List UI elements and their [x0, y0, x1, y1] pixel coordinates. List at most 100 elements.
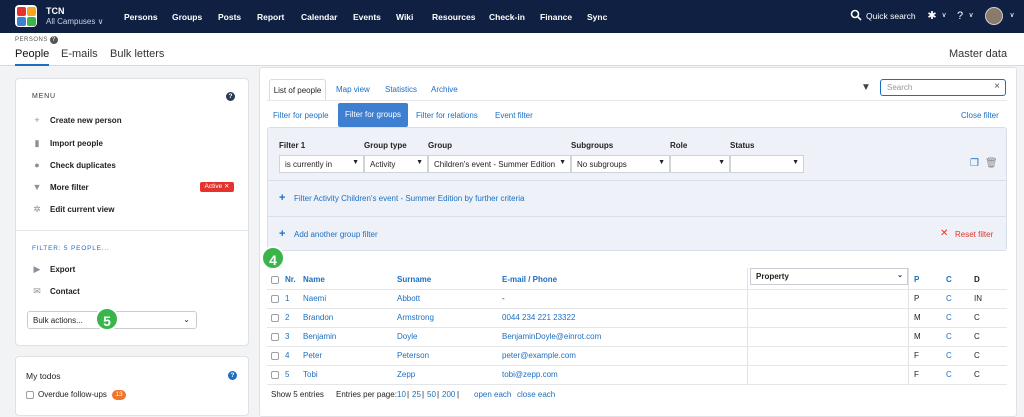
check-duplicates-link[interactable]: Check duplicates	[50, 161, 116, 170]
search-input[interactable]: Search ×	[880, 79, 1006, 96]
nav-posts[interactable]: Posts	[218, 12, 241, 22]
chevron-down-icon[interactable]: ∨	[964, 9, 978, 23]
tab-statistics[interactable]: Statistics	[385, 85, 417, 94]
row-name-link[interactable]: Benjamin	[303, 332, 336, 341]
per-page-25[interactable]: 25	[412, 390, 421, 399]
search-icon[interactable]	[849, 9, 863, 23]
org-name[interactable]: TCN	[46, 6, 65, 16]
row-contact[interactable]: peter@example.com	[502, 351, 576, 360]
tab-filter-people[interactable]: Filter for people	[273, 111, 329, 120]
col-header-name[interactable]: Name	[303, 275, 325, 284]
row-checkbox[interactable]	[271, 333, 279, 341]
row-nr[interactable]: 3	[285, 332, 289, 341]
quick-search-label[interactable]: Quick search	[866, 11, 916, 21]
nav-sync[interactable]: Sync	[587, 12, 607, 22]
property-column-select[interactable]: Property ⌄	[750, 268, 908, 285]
table-row[interactable]	[267, 289, 1007, 308]
col-header-p[interactable]: P	[914, 275, 919, 284]
more-filter-link[interactable]: More filter	[50, 183, 89, 192]
row-name-link[interactable]: Brandon	[303, 313, 333, 322]
select-all-checkbox[interactable]	[271, 276, 279, 284]
row-checkbox[interactable]	[271, 352, 279, 360]
filter-icon[interactable]: ▼	[861, 82, 871, 93]
edit-view-link[interactable]: Edit current view	[50, 205, 114, 214]
create-person-link[interactable]: Create new person	[50, 116, 122, 125]
row-contact[interactable]: -	[502, 294, 505, 303]
further-criteria-link[interactable]: Filter Activity Children's event - Summe…	[294, 194, 525, 203]
row-checkbox[interactable]	[271, 314, 279, 322]
tab-archive[interactable]: Archive	[431, 85, 458, 94]
row-contact[interactable]: BenjaminDoyle@einrot.com	[502, 332, 601, 341]
tab-bulk-letters[interactable]: Bulk letters	[110, 48, 164, 60]
row-name-link[interactable]: Naemi	[303, 294, 326, 303]
close-icon[interactable]: ✕	[940, 228, 948, 239]
app-logo[interactable]	[15, 5, 37, 27]
tab-map-view[interactable]: Map view	[336, 85, 370, 94]
col-header-nr[interactable]: Nr.	[285, 275, 296, 284]
row-contact[interactable]: tobi@zepp.com	[502, 370, 558, 379]
chevron-down-icon[interactable]: ∨	[937, 9, 951, 23]
copy-icon[interactable]: ❐	[970, 158, 979, 169]
tab-people[interactable]: People	[15, 48, 49, 60]
row-surname-link[interactable]: Doyle	[397, 332, 417, 341]
info-icon[interactable]: ?	[49, 36, 58, 44]
chevron-down-icon[interactable]: ∨	[1005, 9, 1019, 23]
nav-wiki[interactable]: Wiki	[396, 12, 413, 22]
user-avatar[interactable]	[985, 7, 1003, 25]
row-surname-link[interactable]: Peterson	[397, 351, 429, 360]
active-filter-badge[interactable]: Active ✕	[200, 182, 234, 192]
table-row[interactable]	[267, 346, 1007, 365]
nav-check-in[interactable]: Check-in	[489, 12, 525, 22]
help-icon[interactable]: ?	[228, 371, 237, 380]
row-name-link[interactable]: Tobi	[303, 370, 318, 379]
todo-checkbox[interactable]	[26, 391, 34, 399]
col-header-contact[interactable]: E-mail / Phone	[502, 275, 557, 284]
subgroups-select[interactable]: No subgroups ▼	[571, 155, 670, 173]
todo-item-label[interactable]: Overdue follow-ups	[38, 390, 107, 399]
contact-link[interactable]: Contact	[50, 287, 80, 296]
status-select[interactable]: ▼	[730, 155, 804, 173]
table-row[interactable]	[267, 365, 1007, 384]
filter-condition-select[interactable]: is currently in ▼	[279, 155, 364, 173]
open-each-link[interactable]: open each	[474, 390, 511, 399]
help-icon[interactable]: ?	[226, 92, 235, 101]
col-header-surname[interactable]: Surname	[397, 275, 431, 284]
add-group-filter-link[interactable]: Add another group filter	[294, 230, 378, 239]
nav-events[interactable]: Events	[353, 12, 381, 22]
close-filter-link[interactable]: Close filter	[961, 111, 999, 120]
tab-event-filter[interactable]: Event filter	[495, 111, 533, 120]
trash-icon[interactable]: 🗑	[985, 158, 998, 169]
clear-icon[interactable]: ×	[994, 81, 1000, 92]
col-header-d[interactable]: D	[974, 275, 980, 284]
nav-calendar[interactable]: Calendar	[301, 12, 337, 22]
master-data-link[interactable]: Master data	[949, 48, 1007, 60]
nav-groups[interactable]: Groups	[172, 12, 202, 22]
tab-list-of-people[interactable]: List of people	[269, 79, 326, 101]
row-checkbox[interactable]	[271, 371, 279, 379]
role-select[interactable]: ▼	[670, 155, 730, 173]
tab-filter-groups[interactable]: Filter for groups	[338, 103, 408, 127]
import-people-link[interactable]: Import people	[50, 139, 103, 148]
row-checkbox[interactable]	[271, 295, 279, 303]
tab-filter-relations[interactable]: Filter for relations	[416, 111, 478, 120]
per-page-50[interactable]: 50	[427, 390, 436, 399]
row-nr[interactable]: 4	[285, 351, 289, 360]
row-nr[interactable]: 5	[285, 370, 289, 379]
row-nr[interactable]: 1	[285, 294, 289, 303]
nav-resources[interactable]: Resources	[432, 12, 475, 22]
campus-selector[interactable]: All Campuses ∨	[46, 17, 103, 26]
export-link[interactable]: Export	[50, 265, 75, 274]
row-surname-link[interactable]: Abbott	[397, 294, 420, 303]
row-contact[interactable]: 0044 234 221 23322	[502, 313, 575, 322]
reset-filter-link[interactable]: Reset filter	[955, 230, 993, 239]
row-nr[interactable]: 2	[285, 313, 289, 322]
col-header-c[interactable]: C	[946, 275, 952, 284]
tab-emails[interactable]: E-mails	[61, 48, 98, 60]
row-surname-link[interactable]: Armstrong	[397, 313, 434, 322]
nav-finance[interactable]: Finance	[540, 12, 572, 22]
group-select[interactable]: Children's event - Summer Edition ▼	[428, 155, 571, 173]
table-row[interactable]	[267, 308, 1007, 327]
close-each-link[interactable]: close each	[517, 390, 555, 399]
group-type-select[interactable]: Activity ▼	[364, 155, 428, 173]
row-surname-link[interactable]: Zepp	[397, 370, 415, 379]
